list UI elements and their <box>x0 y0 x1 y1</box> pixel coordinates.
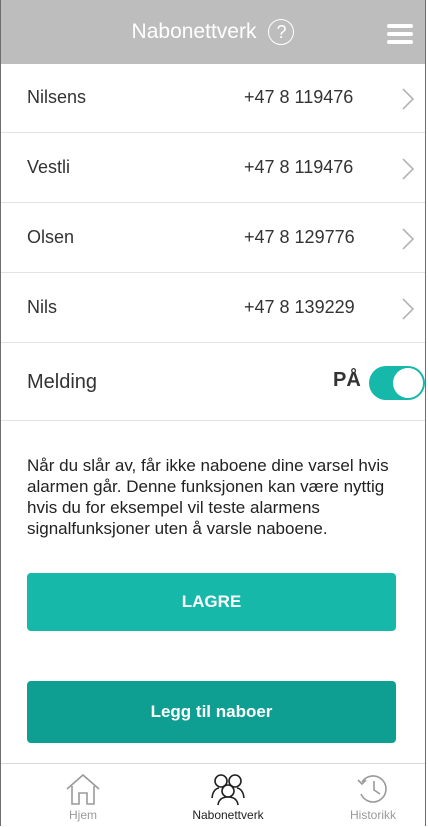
contact-row[interactable]: Vestli +47 8 119476 <box>1 134 425 203</box>
toggle-knob <box>393 368 423 398</box>
info-text: Når du slår av, får ikke naboene dine va… <box>27 456 389 538</box>
message-toggle[interactable] <box>369 366 425 400</box>
contact-name: Nils <box>27 297 57 317</box>
contact-phone: +47 8 119476 <box>244 87 354 107</box>
contact-name: Olsen <box>27 227 75 247</box>
contact-phone: +47 8 139229 <box>244 297 355 317</box>
message-label: Melding <box>27 371 98 393</box>
add-neighbors-button[interactable]: Legg til naboer <box>27 681 396 743</box>
tab-nabonettverk[interactable]: Nabonettverk <box>176 764 280 827</box>
app-header: Nabonettverk ? <box>1 0 425 64</box>
contact-phone: +47 8 119476 <box>244 157 354 177</box>
people-icon <box>211 774 245 806</box>
contact-name: Vestli <box>27 157 71 177</box>
message-setting-row: Melding PÅ <box>1 345 425 421</box>
menu-icon[interactable] <box>387 24 413 44</box>
contact-phone: +47 8 129776 <box>244 227 355 247</box>
history-icon <box>357 775 387 803</box>
chevron-right-icon <box>402 228 415 250</box>
message-state-label: PÅ <box>333 369 361 391</box>
tab-historikk[interactable]: Historikk <box>331 764 415 827</box>
page-title: Nabonettverk <box>131 20 257 43</box>
home-icon <box>66 773 100 805</box>
contact-row[interactable]: Nilsens +47 8 119476 <box>1 64 425 133</box>
tab-bar: Hjem Nabonettverk Historikk <box>1 763 425 826</box>
chevron-right-icon <box>402 158 415 180</box>
save-button[interactable]: LAGRE <box>27 573 396 631</box>
tab-label: Nabonettverk <box>192 808 264 822</box>
chevron-right-icon <box>402 298 415 320</box>
tab-label: Historikk <box>349 808 396 822</box>
app-screen: Nabonettverk ? Nilsens +47 8 119476 Vest… <box>0 0 426 826</box>
contact-row[interactable]: Nils +47 8 139229 <box>1 274 425 343</box>
tab-home[interactable]: Hjem <box>41 764 125 827</box>
contact-row[interactable]: Olsen +47 8 129776 <box>1 204 425 273</box>
contact-name: Nilsens <box>27 87 87 107</box>
chevron-right-icon <box>402 88 415 110</box>
help-icon[interactable]: ? <box>268 19 295 45</box>
tab-label: Hjem <box>68 808 97 822</box>
